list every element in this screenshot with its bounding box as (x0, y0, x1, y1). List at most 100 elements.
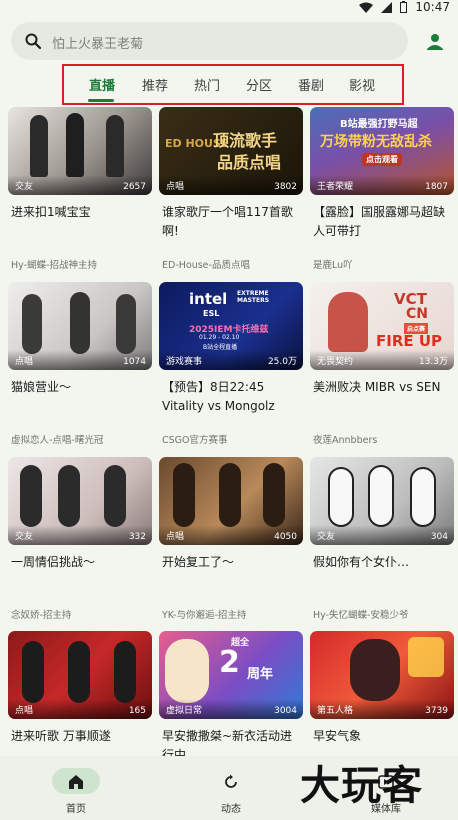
live-card[interactable]: 交友 332 一周情侣挑战～ 念奴娇-招主持 (8, 457, 152, 627)
live-thumbnail: 交友 304 (310, 457, 454, 545)
thumb-headline: 周年 (247, 667, 274, 682)
viewer-count: 1074 (123, 357, 146, 367)
live-card[interactable]: VCT CN 启点赛 FIRE UP 无畏契约 13.3万 美洲败决 MIBR … (310, 282, 454, 452)
tab-movies[interactable]: 影视 (349, 75, 375, 94)
category-label: 交友 (15, 182, 34, 192)
category-label: 无畏契约 (317, 357, 354, 367)
nav-dynamics[interactable]: 动态 (181, 756, 281, 820)
live-card[interactable]: B站最强打野马超 万场带粉无敌乱杀 点击观看 王者荣耀 1807 【露脸】国服露… (310, 107, 454, 277)
thumb-headline: 顶流歌手 (213, 131, 278, 150)
card-author: CSGO官方赛事 (162, 435, 228, 446)
tab-live[interactable]: 直播 (89, 75, 115, 94)
live-thumbnail: 点唱 165 (8, 631, 152, 719)
category-label: 交友 (317, 532, 336, 542)
thumb-date: 01.29 - 02.10 (199, 334, 240, 341)
status-time: 10:47 (415, 0, 450, 14)
thumb-headline: 品质点唱 (217, 153, 282, 172)
thumb-logo: intel (189, 290, 228, 308)
viewer-count: 2657 (123, 182, 146, 192)
live-thumbnail: 点唱 4050 (159, 457, 303, 545)
viewer-count: 165 (128, 706, 146, 716)
signal-icon (381, 1, 393, 13)
card-title: 谁家歌厅一个唱117首歌啊! (162, 205, 293, 238)
card-author: Hy-蝴蝶-招战神主持 (11, 260, 97, 271)
card-author: Hy-失忆蝴蝶-安稳少爷 (313, 610, 409, 621)
category-label: 第五人格 (317, 706, 354, 716)
card-author: 念奴娇-招主持 (11, 610, 72, 621)
viewer-count: 13.3万 (418, 357, 448, 367)
category-label: 虚拟日常 (166, 706, 203, 716)
live-thumbnail: 交友 332 (8, 457, 152, 545)
thumb-headline: 万场带粉无敌乱杀 (320, 134, 432, 150)
card-author: ED-House-品质点唱 (162, 260, 250, 271)
viewer-count: 3739 (425, 706, 448, 716)
live-card[interactable]: 点唱 1074 猫娘营业～ 虚拟恋人-点唱-曙光冠 (8, 282, 152, 452)
home-icon (69, 775, 83, 789)
category-label: 交友 (15, 532, 34, 542)
viewer-count: 304 (430, 532, 448, 542)
refresh-icon (225, 774, 237, 788)
card-author: 虚拟恋人-点唱-曙光冠 (11, 435, 104, 446)
live-thumbnail: 交友 2657 (8, 107, 152, 195)
card-title: 进来扣1喊宝宝 (11, 205, 91, 219)
category-label: 王者荣耀 (317, 182, 354, 192)
status-bar: 10:47 (0, 0, 458, 16)
category-label: 点唱 (15, 706, 34, 716)
card-title: 美洲败决 MIBR vs SEN (313, 380, 441, 394)
card-title: 猫娘营业～ (11, 380, 72, 394)
battery-icon (400, 1, 408, 13)
category-label: 点唱 (15, 357, 34, 367)
live-thumbnail: 超全 2 周年 虚拟日常 3004 (159, 631, 303, 719)
search-input[interactable]: 怕上火暴王老菊 (11, 22, 408, 60)
card-author: 夜莲Annbbers (313, 435, 378, 446)
viewer-count: 4050 (274, 532, 297, 542)
nav-home[interactable]: 首页 (26, 756, 126, 820)
thumb-logo: CN (406, 306, 428, 322)
viewer-count: 3004 (274, 706, 297, 716)
thumb-badge: 点击观看 (362, 153, 402, 166)
live-thumbnail: intel EXTREME MASTERS ESL 2025IEM卡托维兹 01… (159, 282, 303, 370)
thumb-headline: FIRE UP (376, 332, 443, 350)
thumb-logo: ESL (203, 309, 220, 318)
tab-indicator (88, 99, 114, 102)
live-thumbnail: VCT CN 启点赛 FIRE UP 无畏契约 13.3万 (310, 282, 454, 370)
card-author: YK-与你邂逅-招主持 (162, 610, 247, 621)
viewer-count: 332 (128, 532, 146, 542)
viewer-count: 3802 (274, 182, 297, 192)
thumb-headline: 2 (219, 645, 240, 680)
viewer-count: 25.0万 (267, 357, 297, 367)
live-card[interactable]: ED HOUSE 顶流歌手 品质点唱 点唱 3802 谁家歌厅一个唱117首歌啊… (159, 107, 303, 277)
tab-bar: 直播 推荐 热门 分区 番剧 影视 (62, 64, 404, 105)
profile-icon[interactable] (422, 29, 448, 55)
nav-label: 动态 (221, 804, 241, 815)
live-card[interactable]: intel EXTREME MASTERS ESL 2025IEM卡托维兹 01… (159, 282, 303, 452)
tab-hot[interactable]: 热门 (194, 75, 220, 94)
category-label: 游戏赛事 (166, 357, 203, 367)
live-thumbnail: B站最强打野马超 万场带粉无敌乱杀 点击观看 王者荣耀 1807 (310, 107, 454, 195)
nav-label: 首页 (66, 804, 86, 815)
live-thumbnail: 第五人格 3739 (310, 631, 454, 719)
card-title: 早安气象 (313, 729, 362, 743)
live-thumbnail: 点唱 1074 (8, 282, 152, 370)
thumb-headline: B站最强打野马超 (340, 119, 418, 130)
card-title: 【预告】8日22:45 Vitality vs Mongolz (162, 380, 275, 413)
category-label: 点唱 (166, 182, 185, 192)
card-title: 【露脸】国服露娜马超缺人可带打 (313, 205, 446, 238)
live-card[interactable]: 交友 304 假如你有个女仆… Hy-失忆蝴蝶-安稳少爷 (310, 457, 454, 627)
search-row: 怕上火暴王老菊 (11, 22, 448, 62)
live-card[interactable]: 点唱 4050 开始复工了～ YK-与你邂逅-招主持 (159, 457, 303, 627)
tab-recommend[interactable]: 推荐 (142, 75, 168, 94)
tab-anime[interactable]: 番剧 (298, 75, 324, 94)
live-thumbnail: ED HOUSE 顶流歌手 品质点唱 点唱 3802 (159, 107, 303, 195)
search-placeholder: 怕上火暴王老菊 (52, 37, 144, 52)
watermark: 大玩客 (300, 763, 423, 809)
search-icon (25, 33, 42, 50)
wifi-icon (359, 2, 374, 13)
card-title: 开始复工了～ (162, 555, 235, 569)
card-author: 是鹿Lu吖 (313, 260, 353, 271)
thumb-headline: EXTREME MASTERS (237, 290, 270, 304)
tab-category[interactable]: 分区 (246, 75, 272, 94)
live-card[interactable]: 交友 2657 进来扣1喊宝宝 Hy-蝴蝶-招战神主持 (8, 107, 152, 277)
card-title: 假如你有个女仆… (313, 555, 410, 569)
card-title: 一周情侣挑战～ (11, 555, 96, 569)
